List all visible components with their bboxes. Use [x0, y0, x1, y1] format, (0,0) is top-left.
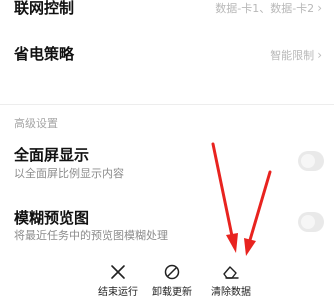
- annotation-arrow-left: [211, 142, 238, 253]
- annotation-arrows: [211, 142, 272, 256]
- annotation-arrow-right: [244, 170, 272, 256]
